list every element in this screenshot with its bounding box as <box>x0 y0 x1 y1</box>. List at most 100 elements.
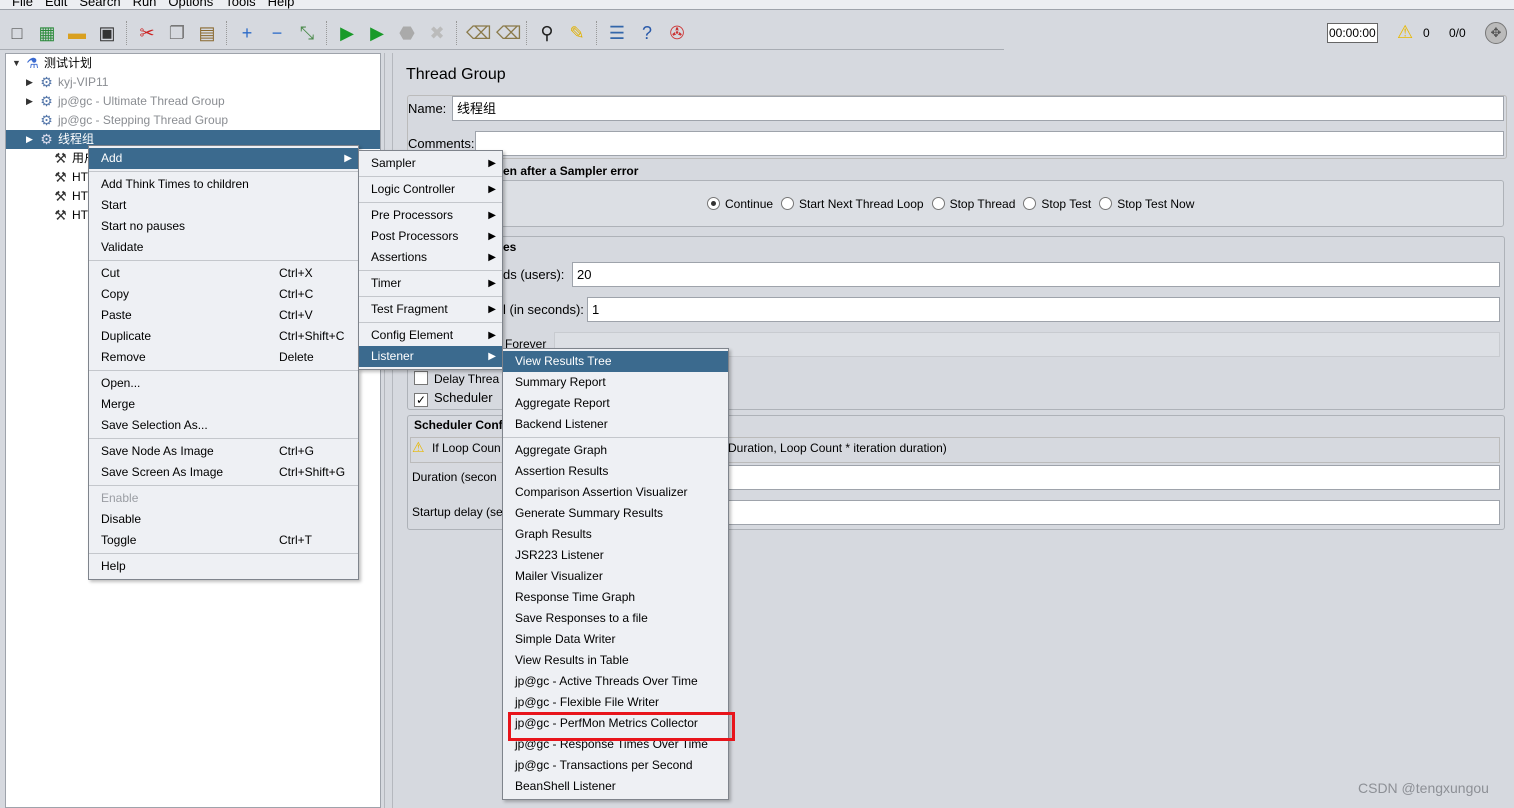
save-icon[interactable]: ▣ <box>96 22 118 44</box>
shutdown-icon[interactable]: ✖ <box>426 22 448 44</box>
menu-item-enable[interactable]: Enable <box>89 488 358 509</box>
tree-node[interactable]: ⚙ jp@gc - Stepping Thread Group <box>6 111 380 130</box>
radio-button[interactable] <box>1099 197 1113 210</box>
start-no-pauses-icon[interactable]: ▶ <box>366 22 388 44</box>
name-input[interactable]: 线程组 <box>452 96 1504 121</box>
menu-item-beanshell-listener[interactable]: BeanShell Listener <box>503 776 728 797</box>
menu-item-test-fragment[interactable]: Test Fragment ▶ <box>359 299 502 320</box>
expand-icon[interactable]: + <box>236 22 258 44</box>
menu-item-post-processors[interactable]: Post Processors ▶ <box>359 226 502 247</box>
remote-icon[interactable]: ✇ <box>666 22 688 44</box>
menu-item-copy[interactable]: Copy Ctrl+C <box>89 284 358 305</box>
menu-item-backend-listener[interactable]: Backend Listener <box>503 414 728 435</box>
radio-button[interactable] <box>781 197 795 210</box>
radio-button[interactable] <box>1023 197 1037 210</box>
clear-icon[interactable]: ⌫ <box>466 22 491 44</box>
clear-all-icon[interactable]: ⌫ <box>496 22 521 44</box>
comments-input[interactable] <box>475 131 1504 156</box>
scheduler-checkbox[interactable]: ✓ Scheduler <box>414 390 493 407</box>
reset-search-icon[interactable]: ✎ <box>566 22 588 44</box>
radio-stop-thread[interactable]: Stop Thread <box>931 197 1015 211</box>
radio-button[interactable] <box>931 197 945 210</box>
menu-item-view-results-tree[interactable]: View Results Tree <box>503 351 728 372</box>
menu-help[interactable]: Help <box>268 0 295 9</box>
menu-item-jsr223-listener[interactable]: JSR223 Listener <box>503 545 728 566</box>
menu-item-start-no-pauses[interactable]: Start no pauses <box>89 216 358 237</box>
menu-file[interactable]: File <box>12 0 33 9</box>
collapse-arrow-icon[interactable]: ▼ <box>12 54 22 73</box>
tree-node[interactable]: ▶ ⚙ jp@gc - Ultimate Thread Group <box>6 92 380 111</box>
cut-icon[interactable]: ✂ <box>136 22 158 44</box>
templates-icon[interactable]: ▦ <box>36 22 58 44</box>
radio-button[interactable] <box>707 197 720 210</box>
menu-item-response-time-graph[interactable]: Response Time Graph <box>503 587 728 608</box>
help-icon[interactable]: ? <box>636 22 658 44</box>
radio-start-next-thread-loop[interactable]: Start Next Thread Loop <box>781 197 924 211</box>
open-icon[interactable]: ▬ <box>66 22 88 44</box>
menu-run[interactable]: Run <box>133 0 157 9</box>
menu-item-cut[interactable]: Cut Ctrl+X <box>89 263 358 284</box>
menu-item-start[interactable]: Start <box>89 195 358 216</box>
threads-input[interactable]: 20 <box>572 262 1500 287</box>
expand-arrow-icon[interactable]: ▶ <box>26 73 36 92</box>
menu-item-timer[interactable]: Timer ▶ <box>359 273 502 294</box>
new-icon[interactable]: □ <box>6 22 28 44</box>
menu-item-add[interactable]: Add ▶ <box>89 148 358 169</box>
menu-item-save-screen-as-image[interactable]: Save Screen As Image Ctrl+Shift+G <box>89 462 358 483</box>
menu-item-toggle[interactable]: Toggle Ctrl+T <box>89 530 358 551</box>
delay-thread-creation-checkbox[interactable]: Delay Threa <box>414 371 499 386</box>
menu-item-pre-processors[interactable]: Pre Processors ▶ <box>359 205 502 226</box>
menu-item-assertions[interactable]: Assertions ▶ <box>359 247 502 268</box>
menu-item-save-responses-to-a-file[interactable]: Save Responses to a file <box>503 608 728 629</box>
menu-item-save-selection-as[interactable]: Save Selection As... <box>89 415 358 436</box>
radio-continue[interactable]: Continue <box>707 197 773 211</box>
menu-item-sampler[interactable]: Sampler ▶ <box>359 153 502 174</box>
radio-stop-test[interactable]: Stop Test <box>1023 197 1091 211</box>
menu-item-remove[interactable]: Remove Delete <box>89 347 358 368</box>
menu-item-listener[interactable]: Listener ▶ <box>359 346 502 367</box>
menu-item-duplicate[interactable]: Duplicate Ctrl+Shift+C <box>89 326 358 347</box>
expand-arrow-icon[interactable]: ▶ <box>26 130 36 149</box>
remote-status-icon[interactable]: ✥ <box>1485 22 1507 44</box>
search-icon[interactable]: ⚲ <box>536 22 558 44</box>
toggle-icon[interactable]: ⤡ <box>296 22 318 44</box>
menu-item-simple-data-writer[interactable]: Simple Data Writer <box>503 629 728 650</box>
function-helper-icon[interactable]: ☰ <box>606 22 628 44</box>
stop-icon[interactable]: ⬣ <box>396 22 418 44</box>
expand-arrow-icon[interactable]: ▶ <box>26 92 36 111</box>
menu-item-assertion-results[interactable]: Assertion Results <box>503 461 728 482</box>
menu-item-graph-results[interactable]: Graph Results <box>503 524 728 545</box>
tree-node[interactable]: ▼ ⚗ 测试计划 <box>6 54 380 73</box>
menu-item-jp-gc-transactions-per-second[interactable]: jp@gc - Transactions per Second <box>503 755 728 776</box>
tree-node[interactable]: ▶ ⚙ kyj-VIP11 <box>6 73 380 92</box>
warning-icon[interactable]: ⚠ <box>1397 22 1413 43</box>
menu-item-open[interactable]: Open... <box>89 373 358 394</box>
menu-item-summary-report[interactable]: Summary Report <box>503 372 728 393</box>
menu-item-disable[interactable]: Disable <box>89 509 358 530</box>
paste-icon[interactable]: ▤ <box>196 22 218 44</box>
menu-item-add-think-times-to-children[interactable]: Add Think Times to children <box>89 174 358 195</box>
menu-tools[interactable]: Tools <box>225 0 255 9</box>
start-icon[interactable]: ▶ <box>336 22 358 44</box>
copy-icon[interactable]: ❐ <box>166 22 188 44</box>
menu-item-comparison-assertion-visualizer[interactable]: Comparison Assertion Visualizer <box>503 482 728 503</box>
menu-item-view-results-in-table[interactable]: View Results in Table <box>503 650 728 671</box>
menu-item-paste[interactable]: Paste Ctrl+V <box>89 305 358 326</box>
menu-item-save-node-as-image[interactable]: Save Node As Image Ctrl+G <box>89 441 358 462</box>
ramp-up-input[interactable]: 1 <box>587 297 1500 322</box>
radio-stop-test-now[interactable]: Stop Test Now <box>1099 197 1194 211</box>
collapse-icon[interactable]: − <box>266 22 288 44</box>
menu-item-merge[interactable]: Merge <box>89 394 358 415</box>
menu-item-help[interactable]: Help <box>89 556 358 577</box>
menu-edit[interactable]: Edit <box>45 0 67 9</box>
menu-item-validate[interactable]: Validate <box>89 237 358 258</box>
menu-item-aggregate-graph[interactable]: Aggregate Graph <box>503 440 728 461</box>
menu-item-mailer-visualizer[interactable]: Mailer Visualizer <box>503 566 728 587</box>
menu-options[interactable]: Options <box>168 0 213 9</box>
menu-item-generate-summary-results[interactable]: Generate Summary Results <box>503 503 728 524</box>
menu-item-jp-gc-active-threads-over-time[interactable]: jp@gc - Active Threads Over Time <box>503 671 728 692</box>
menu-item-logic-controller[interactable]: Logic Controller ▶ <box>359 179 502 200</box>
menu-item-jp-gc-flexible-file-writer[interactable]: jp@gc - Flexible File Writer <box>503 692 728 713</box>
menu-item-aggregate-report[interactable]: Aggregate Report <box>503 393 728 414</box>
menu-search[interactable]: Search <box>79 0 120 9</box>
